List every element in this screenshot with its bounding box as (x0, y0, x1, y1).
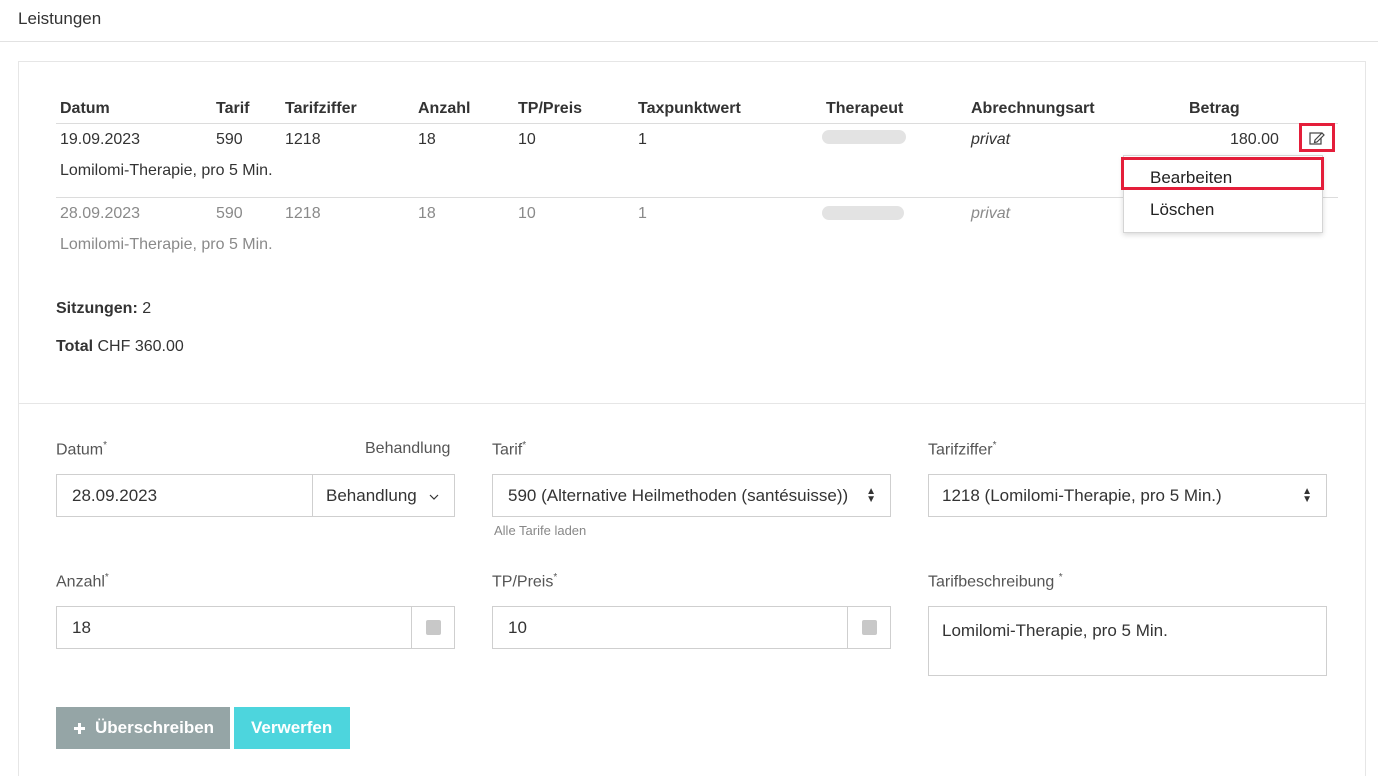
menu-item-loeschen[interactable]: Löschen (1150, 200, 1214, 220)
tp-preis-addon[interactable] (847, 607, 890, 648)
tarifbeschreibung-label: Tarifbeschreibung * (928, 572, 1063, 591)
checkbox-icon (862, 620, 877, 635)
column-header-tarif: Tarif (216, 100, 250, 117)
select-arrows-icon: ▲ ▼ (1302, 486, 1312, 505)
overwrite-button[interactable]: Überschreiben (56, 707, 230, 749)
plus-icon (74, 723, 85, 734)
cell-taxpunktwert: 1 (638, 131, 647, 148)
column-header-betrag: Betrag (1189, 100, 1240, 117)
tp-preis-label: TP/Preis* (492, 572, 558, 591)
behandlung-dropdown-button[interactable]: Behandlung (312, 474, 455, 517)
tarif-select[interactable]: 590 (Alternative Heilmethoden (santésuis… (492, 474, 891, 517)
column-header-tarifziffer: Tarifziffer (285, 100, 357, 117)
cell-abrechnungsart: privat (971, 205, 1011, 222)
anzahl-addon[interactable] (411, 607, 454, 648)
table-header-divider (56, 123, 1338, 124)
discard-button[interactable]: Verwerfen (234, 707, 350, 749)
load-all-tariffs-link[interactable]: Alle Tarife laden (494, 523, 586, 538)
cell-tarif: 590 (216, 205, 243, 222)
therapist-redacted (822, 130, 906, 144)
cell-taxpunktwert: 1 (638, 205, 647, 222)
tarifziffer-label: Tarifziffer* (928, 440, 997, 459)
select-arrows-icon: ▲ ▼ (866, 486, 876, 505)
column-header-abrechnungsart: Abrechnungsart (971, 100, 1095, 117)
tarifziffer-select[interactable]: 1218 (Lomilomi-Therapie, pro 5 Min.) ▲ ▼ (928, 474, 1327, 517)
row-edit-button[interactable] (1299, 123, 1335, 152)
anzahl-label: Anzahl* (56, 572, 109, 591)
tarif-label: Tarif* (492, 440, 527, 459)
column-header-taxpunktwert: Taxpunktwert (638, 100, 741, 117)
cell-beschreibung: Lomilomi-Therapie, pro 5 Min. (60, 236, 273, 253)
cell-datum: 28.09.2023 (60, 205, 141, 222)
chevron-down-icon (429, 494, 439, 500)
cell-anzahl: 18 (418, 205, 436, 222)
anzahl-input[interactable]: 18 (56, 606, 455, 649)
page-header: Leistungen (0, 0, 1378, 42)
behandlung-label: Behandlung (365, 440, 451, 457)
cell-abrechnungsart: privat (971, 131, 1011, 148)
therapist-redacted (822, 206, 904, 220)
sessions-summary: Sitzungen: 2 (56, 300, 151, 318)
cell-tp-preis: 10 (518, 205, 536, 222)
sessions-label: Sitzungen: (56, 300, 138, 317)
datum-label: Datum* (56, 440, 108, 459)
column-header-datum: Datum (60, 100, 110, 117)
datum-input[interactable]: 28.09.2023 (56, 474, 313, 517)
edit-icon (1309, 132, 1325, 145)
cell-tarifziffer: 1218 (285, 131, 321, 148)
checkbox-icon (426, 620, 441, 635)
sessions-value: 2 (142, 300, 152, 317)
total-summary: Total CHF 360.00 (56, 338, 184, 356)
column-header-therapeut: Therapeut (826, 100, 904, 117)
total-label: Total (56, 338, 94, 355)
cell-tp-preis: 10 (518, 131, 536, 148)
cell-tarifziffer: 1218 (285, 205, 321, 222)
panel-divider (18, 403, 1366, 404)
highlight-box (1121, 157, 1324, 190)
total-value: CHF 360.00 (97, 338, 184, 355)
column-header-anzahl: Anzahl (418, 100, 471, 117)
tp-preis-input[interactable]: 10 (492, 606, 891, 649)
page-title: Leistungen (18, 9, 102, 28)
cell-betrag: 180.00 (1230, 131, 1279, 148)
cell-datum: 19.09.2023 (60, 131, 141, 148)
cell-anzahl: 18 (418, 131, 436, 148)
cell-tarif: 590 (216, 131, 243, 148)
column-header-tp-preis: TP/Preis (518, 100, 583, 117)
tarifbeschreibung-textarea[interactable]: Lomilomi-Therapie, pro 5 Min. (928, 606, 1327, 676)
cell-beschreibung: Lomilomi-Therapie, pro 5 Min. (60, 162, 273, 179)
